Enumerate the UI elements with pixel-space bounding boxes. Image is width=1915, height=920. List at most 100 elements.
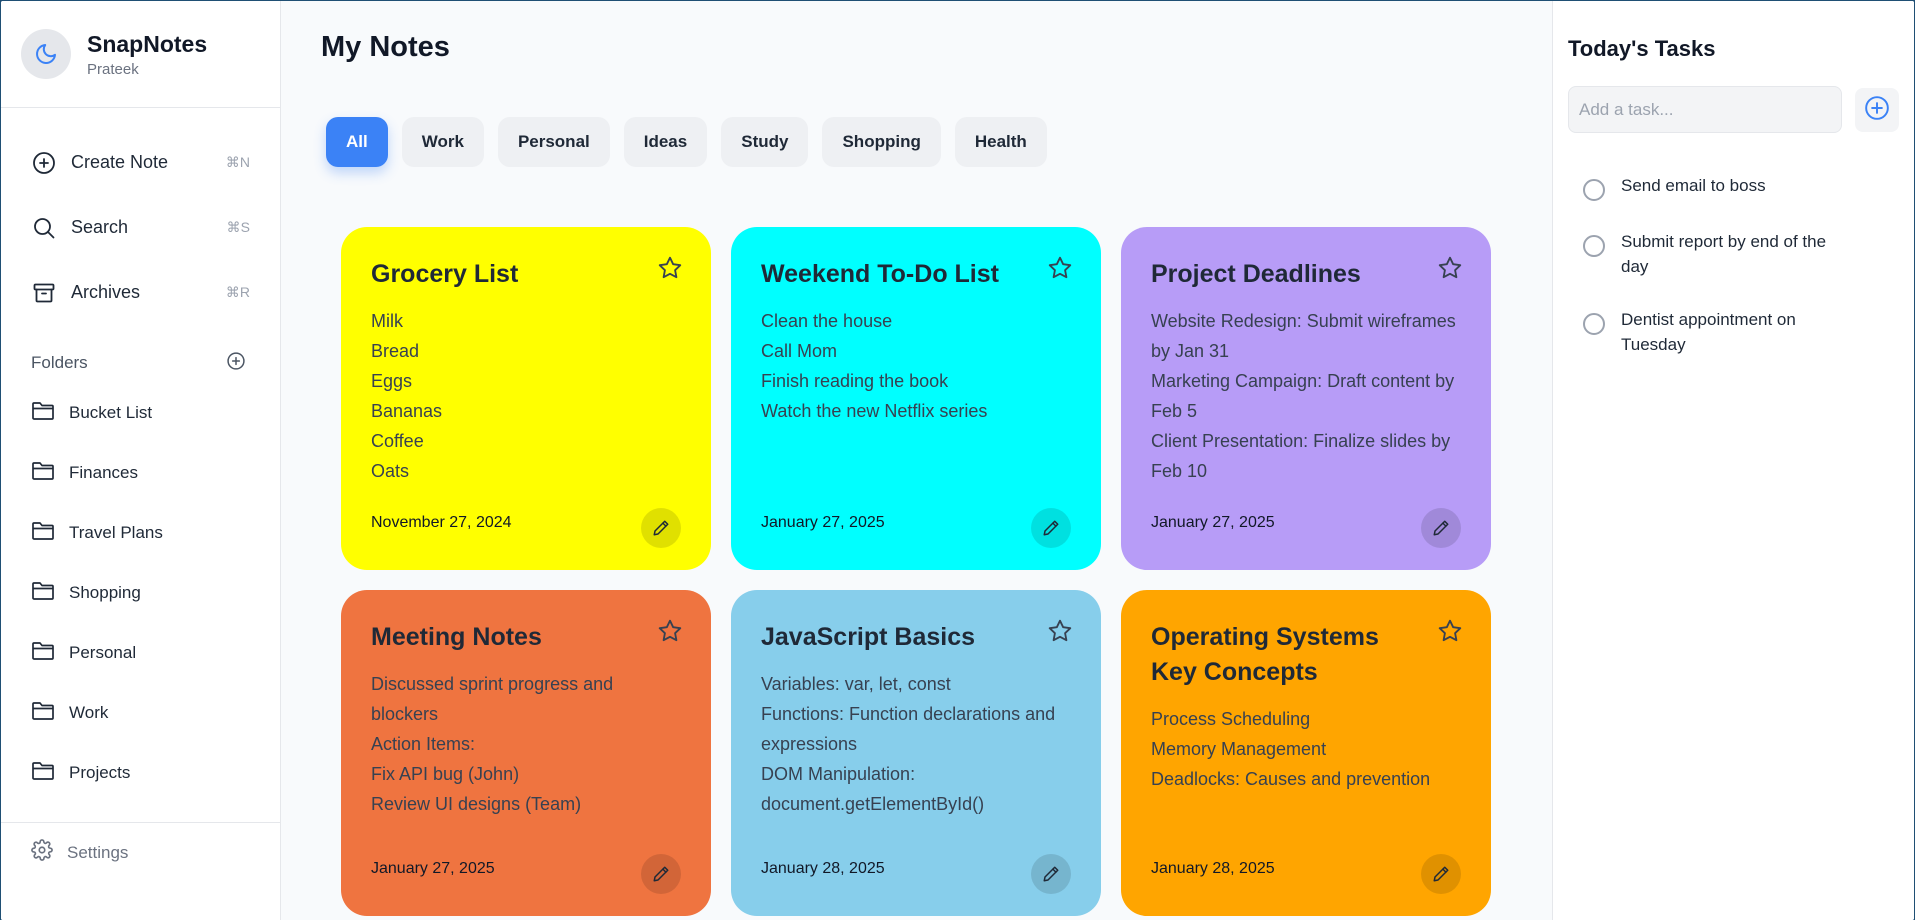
search-button[interactable]: Search ⌘S bbox=[1, 195, 280, 260]
folder-icon bbox=[31, 700, 55, 727]
note-line: Website Redesign: Submit wireframes by J… bbox=[1151, 311, 1456, 361]
pencil-icon[interactable] bbox=[1421, 508, 1461, 548]
settings-button[interactable]: Settings bbox=[1, 822, 280, 882]
note-body: Milk Bread Eggs Bananas Coffee Oats bbox=[371, 306, 681, 486]
folder-item[interactable]: Personal bbox=[1, 623, 280, 683]
task-item[interactable]: Send email to boss bbox=[1583, 173, 1883, 201]
task-item[interactable]: Dentist appointment on Tuesday bbox=[1583, 307, 1883, 357]
folder-icon bbox=[31, 400, 55, 427]
note-line: Milk bbox=[371, 311, 403, 331]
filter-tabs: All Work Personal Ideas Study Shopping H… bbox=[326, 117, 1047, 167]
add-task-button[interactable] bbox=[1855, 88, 1899, 132]
filter-health[interactable]: Health bbox=[954, 117, 1047, 167]
folder-label: Work bbox=[69, 703, 109, 722]
note-card[interactable]: Weekend To-Do List Clean the house Call … bbox=[731, 227, 1101, 570]
note-line: DOM Manipulation: document.getElementByI… bbox=[761, 764, 985, 814]
note-line: Discussed sprint progress and blockers bbox=[371, 674, 614, 724]
task-item[interactable]: Submit report by end of the day bbox=[1583, 229, 1883, 279]
folder-icon bbox=[31, 760, 55, 787]
nav-label: Create Note bbox=[71, 152, 169, 172]
star-icon[interactable] bbox=[1047, 618, 1073, 644]
star-icon[interactable] bbox=[1437, 618, 1463, 644]
folder-label: Bucket List bbox=[69, 403, 153, 422]
tasks-panel: Today's Tasks Send email to boss Submit … bbox=[1552, 1, 1914, 920]
app-name: SnapNotes bbox=[87, 31, 208, 57]
note-card[interactable]: Operating Systems Key Concepts Process S… bbox=[1121, 590, 1491, 916]
note-title: Project Deadlines bbox=[1151, 260, 1361, 288]
folder-item[interactable]: Work bbox=[1, 683, 280, 743]
note-line: Clean the house bbox=[761, 311, 893, 331]
sidebar: SnapNotes Prateek Create Note ⌘N Search … bbox=[1, 1, 281, 920]
pencil-icon[interactable] bbox=[1031, 508, 1071, 548]
note-body: Variables: var, let, const Functions: Fu… bbox=[761, 669, 1071, 819]
note-card[interactable]: Grocery List Milk Bread Eggs Bananas Cof… bbox=[341, 227, 711, 570]
task-label: Submit report by end of the day bbox=[1621, 232, 1827, 276]
note-body: Process Scheduling Memory Management Dea… bbox=[1151, 704, 1461, 794]
folder-item[interactable]: Bucket List bbox=[1, 383, 280, 443]
note-body: Website Redesign: Submit wireframes by J… bbox=[1151, 306, 1461, 486]
note-date: January 27, 2025 bbox=[371, 860, 495, 877]
task-list: Send email to boss Submit report by end … bbox=[1583, 173, 1883, 385]
search-icon bbox=[31, 215, 57, 241]
star-icon[interactable] bbox=[657, 255, 683, 281]
pencil-icon[interactable] bbox=[1421, 854, 1461, 894]
plus-circle-icon bbox=[31, 150, 57, 176]
star-icon[interactable] bbox=[1047, 255, 1073, 281]
user-name: Prateek bbox=[87, 61, 139, 78]
task-checkbox[interactable] bbox=[1583, 313, 1605, 335]
note-line: Deadlocks: Causes and prevention bbox=[1151, 769, 1431, 789]
star-icon[interactable] bbox=[1437, 255, 1463, 281]
moon-icon[interactable] bbox=[21, 29, 71, 79]
note-card[interactable]: JavaScript Basics Variables: var, let, c… bbox=[731, 590, 1101, 916]
task-checkbox[interactable] bbox=[1583, 235, 1605, 257]
pencil-icon[interactable] bbox=[641, 508, 681, 548]
folder-label: Projects bbox=[69, 763, 131, 782]
filter-personal[interactable]: Personal bbox=[497, 117, 610, 167]
folder-item[interactable]: Travel Plans bbox=[1, 503, 280, 563]
nav-label: Archives bbox=[71, 282, 141, 302]
app-window: SnapNotes Prateek Create Note ⌘N Search … bbox=[1, 1, 1914, 920]
note-body: Clean the house Call Mom Finish reading … bbox=[761, 306, 1071, 426]
task-label: Dentist appointment on Tuesday bbox=[1621, 310, 1796, 354]
folder-item[interactable]: Projects bbox=[1, 743, 280, 803]
folder-icon bbox=[31, 580, 55, 607]
note-line: Watch the new Netflix series bbox=[761, 401, 988, 421]
filter-work[interactable]: Work bbox=[401, 117, 484, 167]
note-card[interactable]: Meeting Notes Discussed sprint progress … bbox=[341, 590, 711, 916]
shortcut-hint: ⌘R bbox=[225, 284, 250, 300]
task-checkbox[interactable] bbox=[1583, 179, 1605, 201]
nav-label: Search bbox=[71, 217, 129, 237]
sidebar-nav: Create Note ⌘N Search ⌘S Archives ⌘R bbox=[1, 108, 280, 325]
notes-grid: Grocery List Milk Bread Eggs Bananas Cof… bbox=[341, 227, 1491, 916]
folder-item[interactable]: Shopping bbox=[1, 563, 280, 623]
note-line: Variables: var, let, const bbox=[761, 674, 951, 694]
tasks-title: Today's Tasks bbox=[1568, 36, 1716, 61]
note-date: January 27, 2025 bbox=[761, 514, 885, 531]
filter-ideas[interactable]: Ideas bbox=[623, 117, 708, 167]
folder-item[interactable]: Finances bbox=[1, 443, 280, 503]
settings-label: Settings bbox=[67, 842, 129, 862]
shortcut-hint: ⌘N bbox=[225, 154, 250, 170]
folder-label: Shopping bbox=[69, 583, 141, 602]
note-line: Process Scheduling bbox=[1151, 709, 1311, 729]
gear-icon bbox=[31, 839, 53, 866]
star-icon[interactable] bbox=[657, 618, 683, 644]
note-line: Coffee bbox=[371, 431, 424, 451]
note-date: January 27, 2025 bbox=[1151, 514, 1275, 531]
pencil-icon[interactable] bbox=[1031, 854, 1071, 894]
add-folder-icon[interactable] bbox=[226, 351, 246, 376]
filter-shopping[interactable]: Shopping bbox=[822, 117, 941, 167]
filter-study[interactable]: Study bbox=[721, 117, 809, 167]
note-line: Bananas bbox=[371, 401, 443, 421]
note-line: Call Mom bbox=[761, 341, 838, 361]
pencil-icon[interactable] bbox=[641, 854, 681, 894]
note-title: Operating Systems Key Concepts bbox=[1151, 623, 1379, 686]
note-card[interactable]: Project Deadlines Website Redesign: Subm… bbox=[1121, 227, 1491, 570]
archives-button[interactable]: Archives ⌘R bbox=[1, 260, 280, 325]
page-title: My Notes bbox=[321, 31, 450, 63]
folder-label: Personal bbox=[69, 643, 137, 662]
filter-all[interactable]: All bbox=[326, 117, 388, 167]
task-input[interactable] bbox=[1568, 86, 1842, 133]
create-note-button[interactable]: Create Note ⌘N bbox=[1, 130, 280, 195]
note-title: Grocery List bbox=[371, 260, 519, 288]
